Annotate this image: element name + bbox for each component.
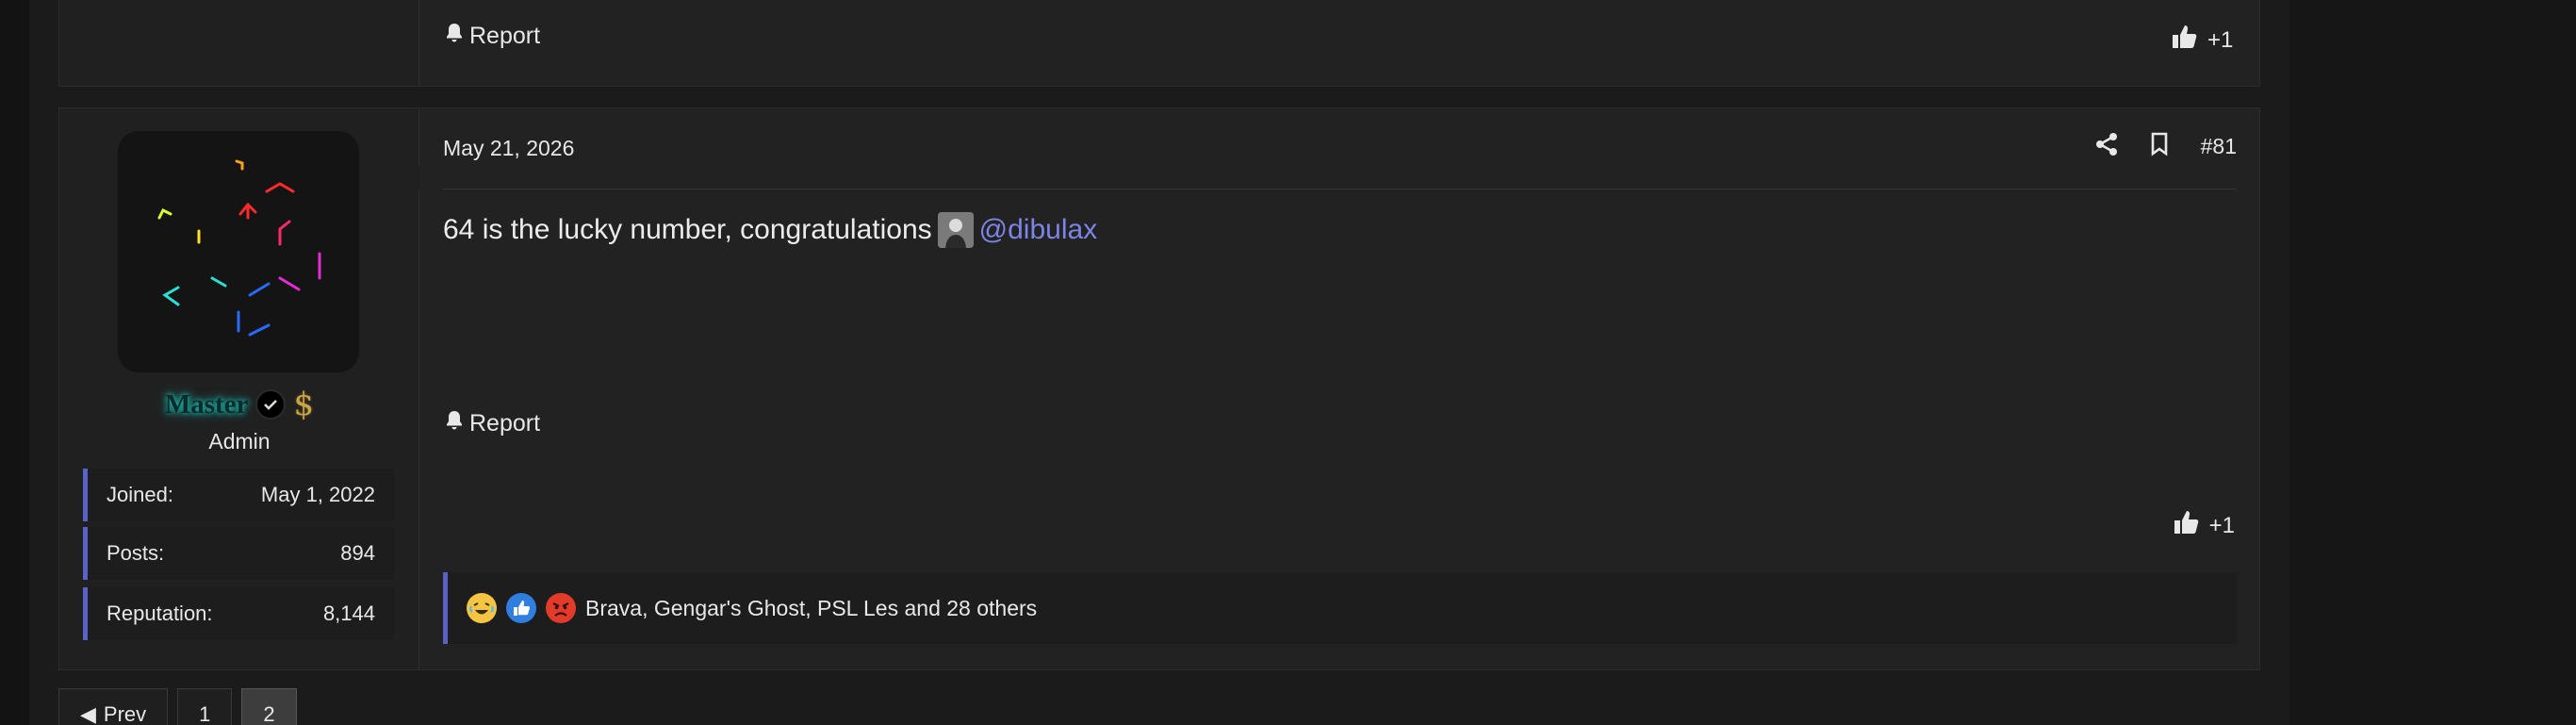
previous-like-button[interactable]: +1: [2172, 24, 2233, 57]
like-count: +1: [2208, 512, 2235, 538]
stat-joined: Joined: May 1, 2022: [83, 469, 394, 521]
message-body: 64 is the lucky number, congratulations …: [443, 212, 1097, 248]
user-title-row: Master $: [59, 386, 419, 423]
like-emoji-icon: [506, 593, 536, 623]
post-actions: #81: [2095, 132, 2237, 161]
bell-icon: [445, 410, 464, 437]
message-header: May 21, 2026 #81: [443, 108, 2237, 189]
username[interactable]: Master: [165, 389, 249, 420]
thumbs-up-icon: [2174, 509, 2200, 542]
report-label: Report: [469, 23, 541, 49]
verified-icon: [255, 389, 287, 420]
previous-post-user-column: [59, 0, 419, 86]
like-button[interactable]: +1: [2174, 509, 2235, 542]
report-button[interactable]: Report: [445, 410, 540, 437]
user-role: Admin: [208, 429, 271, 453]
angry-emoji-icon: [546, 593, 576, 623]
message-column: May 21, 2026 #81 64 is the lucky number,…: [420, 108, 2259, 669]
like-count: +1: [2207, 26, 2234, 53]
previous-report-button[interactable]: Report: [445, 23, 540, 50]
laughing-emoji-icon: [467, 593, 497, 623]
reactions-bar[interactable]: Brava, Gengar's Ghost, PSL Les and 28 ot…: [443, 572, 2237, 644]
stat-posts: Posts: 894: [83, 527, 394, 580]
stat-label: Posts:: [107, 541, 165, 565]
previous-post: Report +1: [58, 0, 2260, 87]
post-number-link[interactable]: #81: [2201, 134, 2237, 159]
post-user-column: Master $ Admin Joined: May 1, 2022 Posts…: [59, 108, 419, 669]
dollar-icon: $: [293, 386, 315, 423]
share-icon[interactable]: [2095, 132, 2118, 161]
mention-avatar: [937, 212, 974, 248]
page-2-button[interactable]: 2: [241, 688, 297, 725]
prev-page-button[interactable]: ◀ Prev: [58, 688, 169, 725]
pagination: ◀ Prev 1 2: [58, 688, 297, 725]
report-label: Report: [469, 410, 541, 437]
thumbs-up-icon: [2172, 24, 2198, 57]
bell-icon: [445, 23, 464, 50]
message-arrow: [404, 165, 419, 191]
message-text: 64 is the lucky number, congratulations: [443, 214, 932, 245]
stat-value: 8,144: [322, 601, 375, 625]
reactions-summary: Brava, Gengar's Ghost, PSL Les and 28 ot…: [585, 595, 1038, 620]
stat-reputation: Reputation: 8,144: [83, 587, 394, 640]
stat-label: Joined:: [107, 483, 173, 506]
page-1-button[interactable]: 1: [177, 688, 233, 725]
user-mention-link[interactable]: @dibulax: [979, 214, 1098, 246]
avatar-art: [157, 159, 321, 337]
prev-label: Prev: [103, 702, 147, 725]
right-gutter: [2289, 0, 2576, 725]
chevron-left-icon: ◀: [80, 702, 96, 725]
stat-value: 894: [340, 541, 375, 565]
forum-post: Master $ Admin Joined: May 1, 2022 Posts…: [58, 107, 2260, 670]
post-date[interactable]: May 21, 2026: [443, 136, 574, 161]
bookmark-icon[interactable]: [2150, 132, 2169, 161]
stat-value: May 1, 2022: [260, 483, 375, 506]
stat-label: Reputation:: [107, 601, 213, 625]
user-avatar[interactable]: [118, 131, 359, 372]
